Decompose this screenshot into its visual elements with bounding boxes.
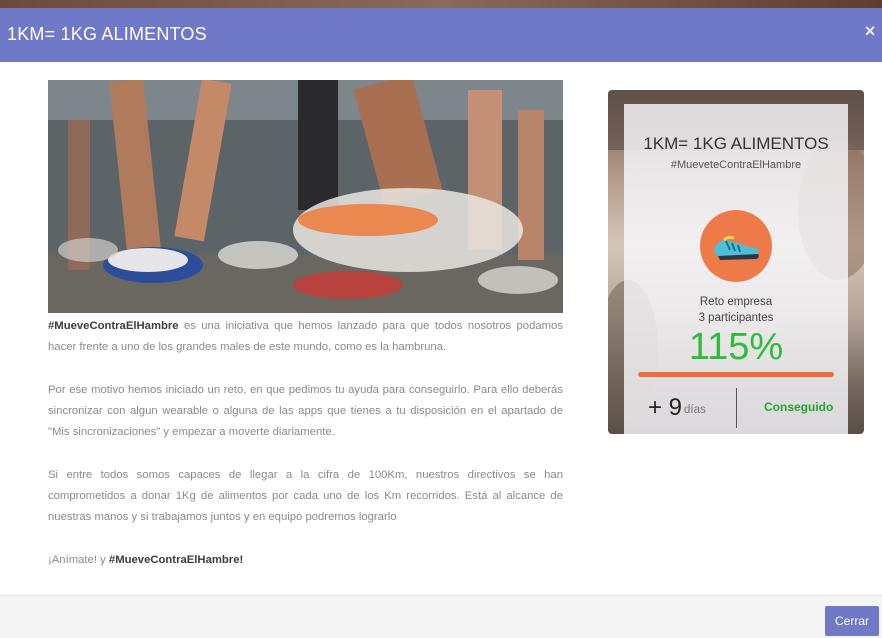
- modal-header: 1KM= 1KG ALIMENTOS ×: [0, 8, 882, 62]
- paragraph-cta: ¡Anímate! y #MueveContraElHambre!: [48, 550, 563, 571]
- progress-bar-fill: [638, 372, 834, 377]
- close-button[interactable]: Cerrar: [825, 606, 879, 636]
- hashtag-text: #MueveContraElHambre: [48, 320, 179, 332]
- modal-title: 1KM= 1KG ALIMENTOS: [7, 24, 207, 44]
- challenge-card: 1KM= 1KG ALIMENTOS #MueveteContraElHambr…: [608, 90, 864, 434]
- challenge-modal: 1KM= 1KG ALIMENTOS × #MueveContraElHambr…: [0, 8, 882, 638]
- close-icon[interactable]: ×: [861, 20, 879, 42]
- days-value: + 9: [648, 394, 683, 421]
- paragraph-intro: #MueveContraElHambre es una iniciativa q…: [48, 316, 563, 358]
- running-shoe-icon: [700, 210, 772, 282]
- days-label: días: [684, 404, 706, 416]
- modal-footer: Cerrar: [0, 595, 882, 638]
- challenge-card-panel: 1KM= 1KG ALIMENTOS #MueveteContraElHambr…: [624, 104, 848, 434]
- paragraph-challenge: Por ese motivo hemos iniciado un reto, e…: [48, 384, 563, 438]
- participants-count: 3 participantes: [698, 312, 774, 324]
- hashtag-cta: #MueveContraElHambre!: [108, 554, 244, 566]
- progress-percent: 115%: [688, 326, 784, 368]
- stat-divider: [736, 388, 737, 428]
- hero-image: [48, 80, 563, 313]
- status-badge: Conseguido: [764, 400, 834, 414]
- progress-bar: [638, 372, 834, 377]
- paragraph-cta-text: ¡Anímate! y: [48, 554, 109, 566]
- challenge-type: Reto empresa: [699, 296, 773, 308]
- challenge-description: #MueveContraElHambre es una iniciativa q…: [48, 316, 563, 571]
- paragraph-goal: Si entre todos somos capaces de llegar a…: [48, 469, 563, 523]
- card-hashtag: #MueveteContraElHambre: [670, 159, 802, 171]
- card-title: 1KM= 1KG ALIMENTOS: [643, 134, 829, 153]
